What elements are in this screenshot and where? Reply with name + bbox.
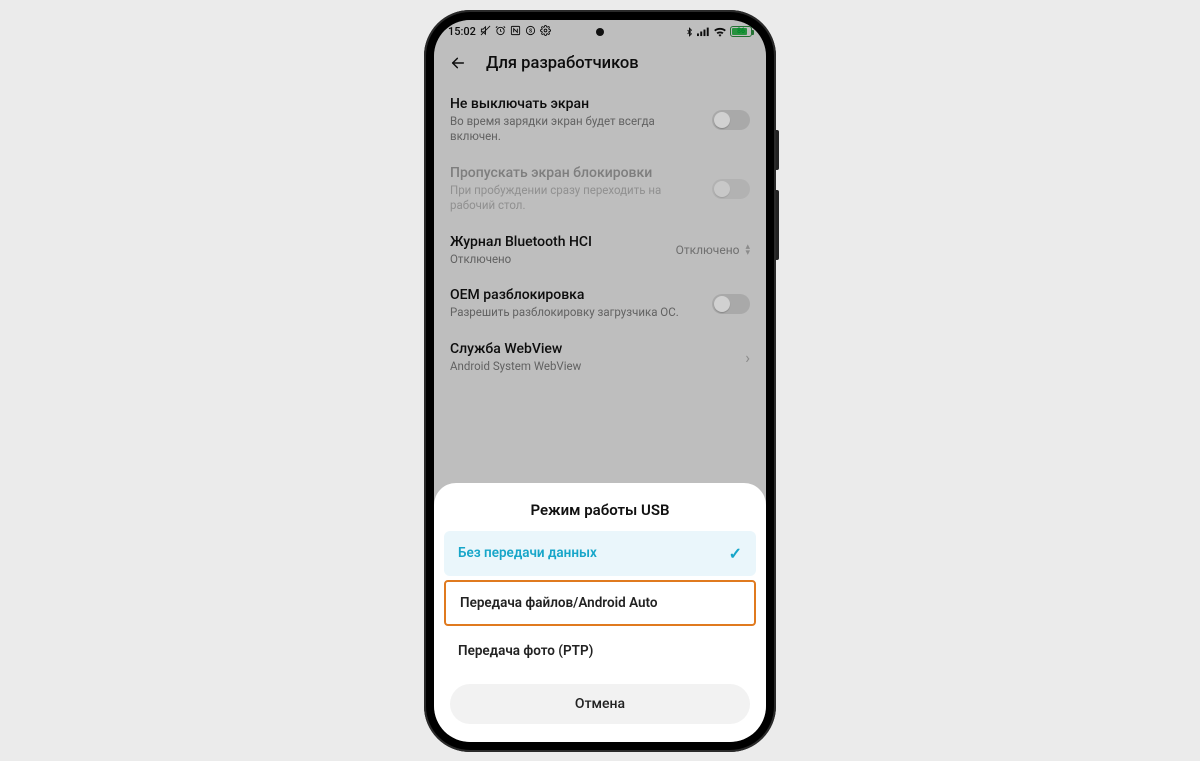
camera-notch (596, 28, 604, 36)
usb-option-file-transfer[interactable]: Передача файлов/Android Auto (444, 580, 756, 626)
usb-mode-sheet: Режим работы USB Без передачи данных ✓ П… (434, 483, 766, 742)
phone-frame: 15:02 S (424, 10, 776, 752)
sheet-title: Режим работы USB (444, 497, 756, 531)
option-label: Передача файлов/Android Auto (460, 595, 658, 611)
check-icon: ✓ (729, 544, 742, 563)
phone-side-button (776, 190, 779, 260)
cancel-button[interactable]: Отмена (450, 684, 750, 724)
cancel-label: Отмена (575, 696, 625, 712)
usb-option-no-data[interactable]: Без передачи данных ✓ (444, 531, 756, 576)
screen: 15:02 S (434, 20, 766, 742)
phone-side-button (776, 130, 779, 170)
usb-option-ptp[interactable]: Передача фото (PTP) (444, 630, 756, 672)
option-label: Без передачи данных (458, 545, 597, 561)
option-label: Передача фото (PTP) (458, 643, 593, 659)
